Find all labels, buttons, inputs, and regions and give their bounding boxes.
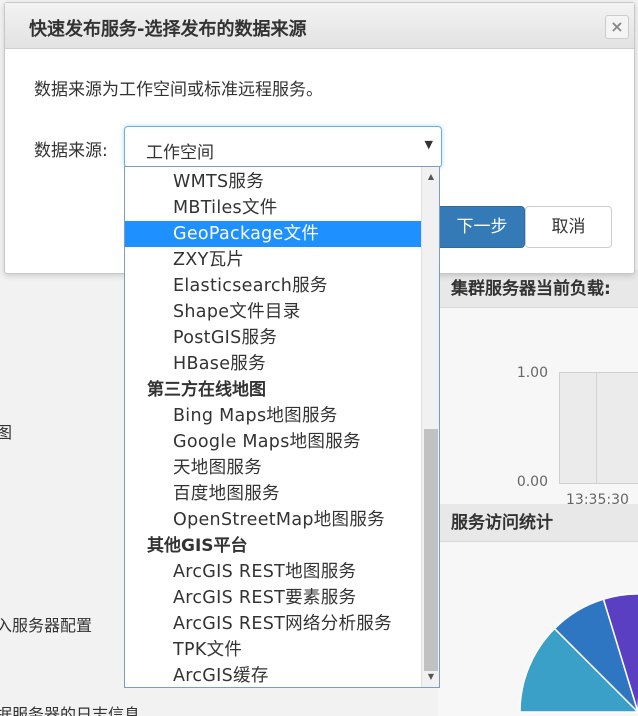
dropdown-option[interactable]: ArcGIS REST要素服务 [125,585,421,611]
service-stats-panel: 服务访问统计 [438,504,638,716]
data-source-dropdown: WMTS服务 MBTiles文件 GeoPackage文件 ZXY瓦片 Elastics… [124,166,440,688]
bg-left-text-2[interactable]: 入服务器配置 [0,616,92,636]
plot-gridline [596,373,597,483]
chevron-down-icon: ▼ [424,138,433,151]
dropdown-option[interactable]: MBTiles文件 [125,195,421,221]
dropdown-option[interactable]: ArcGIS REST地图服务 [125,559,421,585]
data-source-select-value: 工作空间 [146,143,214,163]
scroll-up-icon[interactable]: ▲ [422,169,439,185]
dropdown-option[interactable]: ArcGIS REST网络分析服务 [125,611,421,637]
dropdown-option[interactable]: OpenStreetMap地图服务 [125,507,421,533]
scrollbar-thumb[interactable] [424,429,438,671]
data-source-label: 数据来源: [34,141,108,161]
dropdown-option[interactable]: ZXY瓦片 [125,247,421,273]
dropdown-option[interactable]: Bing Maps地图服务 [125,403,421,429]
pie-chart [519,593,638,713]
dropdown-options: WMTS服务 MBTiles文件 GeoPackage文件 ZXY瓦片 Elastics… [125,169,421,687]
plot-area [559,372,638,484]
dropdown-scrollbar[interactable]: ▲ ▼ [421,167,439,687]
bg-left-text-1: 图 [0,423,13,442]
dropdown-option[interactable]: Elasticsearch服务 [125,273,421,299]
dropdown-option[interactable]: GeoPackage文件 [125,221,421,247]
dialog-description: 数据来源为工作空间或标准远程服务。 [34,80,323,100]
cluster-load-chart: 1.00 0.00 13:35:30 [438,308,638,508]
dialog-header: 快速发布服务-选择发布的数据来源 × [5,3,634,49]
scroll-down-icon[interactable]: ▼ [422,669,439,685]
dropdown-option[interactable]: 百度地图服务 [125,481,421,507]
dropdown-option[interactable]: Google Maps地图服务 [125,429,421,455]
close-icon[interactable]: × [605,15,629,39]
bg-left-text-3[interactable]: 据服务器的日志信息 [0,705,140,716]
dropdown-option[interactable]: ArcGIS缓存 [125,663,421,687]
dropdown-option[interactable]: Shape文件目录 [125,299,421,325]
y-tick-max: 1.00 [516,365,548,381]
service-stats-chart [438,542,638,716]
dropdown-option[interactable]: HBase服务 [125,351,421,377]
next-button[interactable]: 下一步 [439,206,525,248]
dropdown-option[interactable]: TPK文件 [125,637,421,663]
cluster-load-title: 集群服务器当前负载: [438,270,638,308]
dropdown-group-label: 第三方在线地图 [147,380,266,400]
dialog-title: 快速发布服务-选择发布的数据来源 [29,19,307,40]
cluster-load-panel: 集群服务器当前负载: 1.00 0.00 13:35:30 [438,270,638,508]
dropdown-option[interactable]: 天地图服务 [125,455,421,481]
cancel-button[interactable]: 取消 [525,206,612,248]
dropdown-option[interactable]: WMTS服务 [125,169,421,195]
data-source-select[interactable]: 工作空间 ▼ [124,126,442,168]
dropdown-group-label: 其他GIS平台 [147,536,248,556]
service-stats-title: 服务访问统计 [438,504,638,542]
dropdown-option[interactable]: PostGIS服务 [125,325,421,351]
y-tick-min: 0.00 [516,474,548,490]
